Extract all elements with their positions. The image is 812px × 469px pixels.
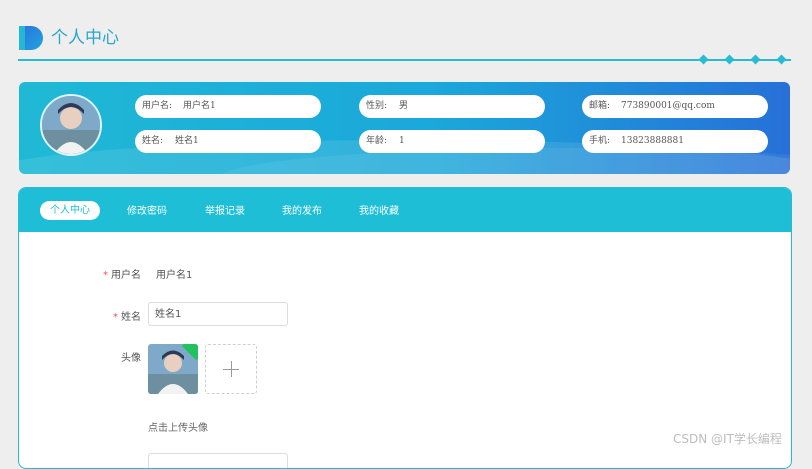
tab-my-favorites[interactable]: 我的收藏 [359, 202, 399, 221]
profile-card: 个人中心 修改密码 举报记录 我的发布 我的收藏 * 用户名 用户名1 * 姓名 姓… [18, 187, 792, 469]
field-value: 男 [399, 101, 409, 111]
required-mark: * [103, 270, 108, 281]
avatar-thumbnail[interactable] [148, 344, 198, 394]
field-value: 姓名1 [175, 136, 199, 146]
tab-report-records[interactable]: 举报记录 [205, 202, 245, 221]
field-label: 性别: [366, 101, 388, 111]
title-divider [18, 59, 791, 61]
next-field-input[interactable] [148, 453, 288, 468]
field-value: 1 [399, 136, 405, 146]
avatar-image [42, 96, 100, 154]
tab-personal-center[interactable]: 个人中心 [40, 201, 100, 220]
tab-my-posts[interactable]: 我的发布 [282, 202, 322, 221]
diamond-decoration [750, 54, 761, 65]
field-value: 773890001@qq.com [621, 101, 715, 111]
username-label-text: 用户名 [111, 270, 141, 281]
username-value: 用户名1 [156, 270, 193, 281]
watermark: CSDN @IT学长编程 [673, 432, 782, 446]
field-value: 13823888881 [621, 136, 684, 146]
field-label: 姓名: [142, 136, 164, 146]
name-input[interactable]: 姓名1 [148, 302, 288, 326]
diamond-decoration [724, 54, 735, 65]
field-value: 用户名1 [183, 101, 216, 111]
tab-bar: 个人中心 修改密码 举报记录 我的发布 我的收藏 [19, 188, 791, 232]
field-label: 手机: [589, 136, 611, 146]
field-label: 邮箱: [589, 101, 611, 111]
page-title: 个人中心 [51, 28, 119, 48]
upload-avatar-button[interactable] [205, 344, 257, 394]
banner-field-email: 邮箱: 773890001@qq.com [582, 95, 768, 118]
banner-field-name: 姓名: 姓名1 [135, 130, 321, 153]
diamond-decoration [698, 54, 709, 65]
field-label: 年龄: [366, 136, 388, 146]
name-label-text: 姓名 [121, 312, 141, 323]
field-label: 用户名: [142, 101, 173, 111]
name-label: * 姓名 [113, 308, 141, 323]
avatar [40, 94, 102, 156]
tab-change-password[interactable]: 修改密码 [127, 202, 167, 221]
banner-field-gender: 性别: 男 [359, 95, 545, 118]
avatar-label: 头像 [121, 353, 141, 364]
title-marker-icon [19, 26, 43, 50]
banner-field-age: 年龄: 1 [359, 130, 545, 153]
plus-icon [231, 361, 232, 377]
banner-field-username: 用户名: 用户名1 [135, 95, 321, 118]
diamond-decoration [776, 54, 787, 65]
banner-field-phone: 手机: 13823888881 [582, 130, 768, 153]
username-label: * 用户名 [103, 266, 141, 281]
required-mark: * [113, 312, 118, 323]
upload-hint: 点击上传头像 [148, 423, 208, 434]
profile-banner: 用户名: 用户名1 性别: 男 邮箱: 773890001@qq.com 姓名:… [19, 82, 790, 174]
